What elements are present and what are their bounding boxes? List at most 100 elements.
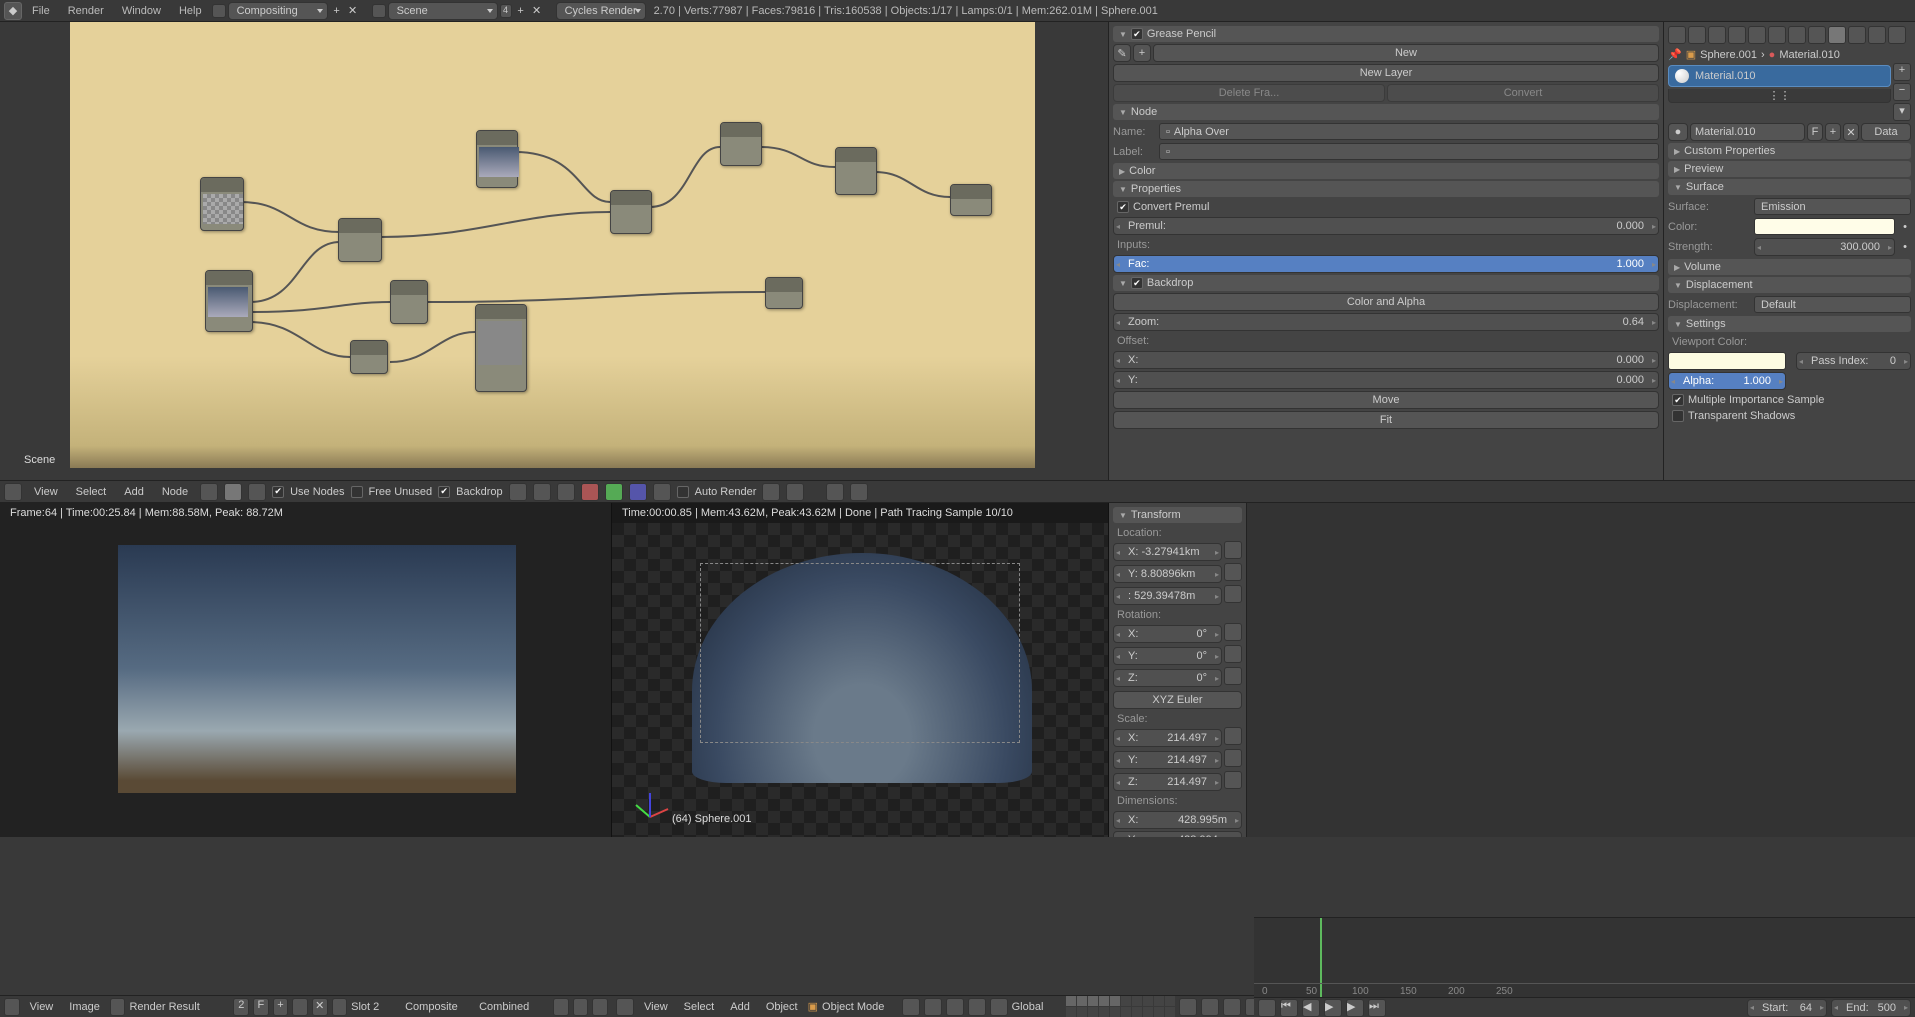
context-texture-icon[interactable] bbox=[1848, 26, 1866, 44]
lock-icon[interactable] bbox=[1224, 623, 1242, 641]
compositor-node[interactable] bbox=[205, 270, 253, 332]
scene-delete-button[interactable]: ✕ bbox=[530, 4, 544, 18]
material-name-field[interactable]: Material.010 bbox=[1690, 123, 1805, 141]
vp-menu-view[interactable]: View bbox=[638, 1001, 674, 1013]
compositor-node[interactable] bbox=[475, 304, 527, 392]
channel-icon[interactable] bbox=[557, 483, 575, 501]
loc-z-field[interactable]: : 529.39478m bbox=[1113, 587, 1222, 605]
context-modifiers-icon[interactable] bbox=[1788, 26, 1806, 44]
viewport-color-field[interactable] bbox=[1668, 352, 1786, 370]
screen-layout-dropdown[interactable]: Compositing bbox=[228, 2, 328, 20]
menu-window[interactable]: Window bbox=[114, 5, 169, 17]
lock-icon[interactable] bbox=[1224, 749, 1242, 767]
vp-menu-select[interactable]: Select bbox=[678, 1001, 721, 1013]
material-slot[interactable]: Material.010 bbox=[1668, 65, 1891, 87]
render-slot-dropdown[interactable]: Slot 2 bbox=[351, 1001, 401, 1013]
dim-x-field[interactable]: X:428.995m bbox=[1113, 811, 1242, 829]
channel-r-icon[interactable] bbox=[581, 483, 599, 501]
img-menu-image[interactable]: Image bbox=[63, 1001, 106, 1013]
viewport-alpha-field[interactable]: Alpha:1.000 bbox=[1668, 372, 1786, 390]
panel-color[interactable]: Color bbox=[1113, 163, 1659, 179]
gp-convert-button[interactable]: Convert bbox=[1387, 84, 1659, 102]
tree-type-texture-icon[interactable] bbox=[248, 483, 266, 501]
image-id-dropdown[interactable]: Render Result bbox=[129, 1001, 229, 1013]
image-add-button[interactable]: + bbox=[273, 998, 289, 1016]
manipulator-icon[interactable] bbox=[946, 998, 964, 1016]
emission-color-field[interactable] bbox=[1754, 218, 1895, 235]
render-layer-dropdown[interactable]: Combined bbox=[479, 1001, 549, 1013]
backdrop-mode-dropdown[interactable]: Color and Alpha bbox=[1113, 293, 1659, 311]
scene-add-button[interactable]: + bbox=[514, 4, 528, 18]
lock-icon[interactable] bbox=[1224, 541, 1242, 559]
breadcrumb-object[interactable]: Sphere.001 bbox=[1700, 49, 1757, 61]
menu-render[interactable]: Render bbox=[60, 5, 112, 17]
backdrop-checkbox[interactable]: ✔ bbox=[438, 486, 450, 498]
tree-type-compositor-icon[interactable] bbox=[224, 483, 242, 501]
compositor-node[interactable] bbox=[338, 218, 382, 262]
rot-y-field[interactable]: Y:0° bbox=[1113, 647, 1222, 665]
editor-type-icon[interactable] bbox=[4, 998, 20, 1016]
node-editor[interactable]: Scene bbox=[0, 22, 1108, 480]
snap-icon[interactable] bbox=[762, 483, 780, 501]
panel-transform[interactable]: Transform bbox=[1113, 507, 1242, 523]
rot-x-field[interactable]: X:0° bbox=[1113, 625, 1222, 643]
paste-icon[interactable] bbox=[850, 483, 868, 501]
breadcrumb-material[interactable]: Material.010 bbox=[1779, 49, 1840, 61]
play-end-icon[interactable]: ⏭ bbox=[1368, 999, 1386, 1017]
editor-type-icon[interactable] bbox=[1258, 999, 1276, 1017]
mode-dropdown[interactable]: ▣Object Mode bbox=[808, 1000, 898, 1013]
pivot-icon[interactable] bbox=[924, 998, 942, 1016]
context-layers-icon[interactable] bbox=[1688, 26, 1706, 44]
image-editor[interactable]: Frame:64 | Time:00:25.84 | Mem:88.58M, P… bbox=[0, 503, 612, 837]
node-name-field[interactable]: ▫Alpha Over bbox=[1159, 123, 1659, 140]
material-add-button[interactable]: + bbox=[1825, 123, 1841, 141]
end-frame-field[interactable]: End:500 bbox=[1831, 999, 1911, 1017]
image-fake-user-button[interactable]: F bbox=[253, 998, 269, 1016]
context-render-icon[interactable] bbox=[1668, 26, 1686, 44]
img-menu-view[interactable]: View bbox=[24, 1001, 60, 1013]
compositor-node[interactable] bbox=[350, 340, 388, 374]
lock-icon[interactable] bbox=[1224, 667, 1242, 685]
lock-icon[interactable] bbox=[1179, 998, 1197, 1016]
backdrop-x-field[interactable]: X:0.000 bbox=[1113, 351, 1659, 369]
scale-x-field[interactable]: X:214.497 bbox=[1113, 729, 1222, 747]
rotation-mode-dropdown[interactable]: XYZ Euler bbox=[1113, 691, 1242, 709]
context-particles-icon[interactable] bbox=[1868, 26, 1886, 44]
gp-pencil-icon[interactable]: ✎ bbox=[1113, 44, 1131, 62]
context-constraints-icon[interactable] bbox=[1768, 26, 1786, 44]
panel-displacement[interactable]: Displacement bbox=[1668, 277, 1911, 293]
vp-menu-add[interactable]: Add bbox=[724, 1001, 756, 1013]
node-menu-node[interactable]: Node bbox=[156, 486, 194, 498]
context-scene-icon[interactable] bbox=[1708, 26, 1726, 44]
emission-strength-field[interactable]: 300.000 bbox=[1754, 238, 1895, 256]
lock-icon[interactable] bbox=[1224, 771, 1242, 789]
compositor-node[interactable] bbox=[476, 130, 518, 188]
layers-widget[interactable] bbox=[1066, 996, 1175, 1017]
convert-premul-checkbox[interactable]: ✔ bbox=[1117, 201, 1129, 213]
panel-grease-pencil[interactable]: ✔Grease Pencil bbox=[1113, 26, 1659, 42]
panel-surface[interactable]: Surface bbox=[1668, 179, 1911, 195]
scale-y-field[interactable]: Y:214.497 bbox=[1113, 751, 1222, 769]
gp-new-layer-button[interactable]: New Layer bbox=[1113, 64, 1659, 82]
compositor-node[interactable] bbox=[765, 277, 803, 309]
play-next-icon[interactable]: ▶ bbox=[1346, 999, 1364, 1017]
tree-type-shader-icon[interactable] bbox=[200, 483, 218, 501]
gp-add-button[interactable]: + bbox=[1133, 44, 1151, 62]
material-slot-menu-button[interactable]: ▾ bbox=[1893, 103, 1911, 121]
snap-icon[interactable] bbox=[1201, 998, 1219, 1016]
context-physics-icon[interactable] bbox=[1888, 26, 1906, 44]
layout-browse-icon[interactable] bbox=[212, 4, 226, 18]
layout-add-button[interactable]: + bbox=[330, 4, 344, 18]
pin-icon[interactable] bbox=[332, 998, 348, 1016]
backdrop-move-button[interactable]: Move bbox=[1113, 391, 1659, 409]
lock-icon[interactable] bbox=[1224, 563, 1242, 581]
loc-x-field[interactable]: X: -3.27941km bbox=[1113, 543, 1222, 561]
render-pass-dropdown[interactable]: Composite bbox=[405, 1001, 475, 1013]
material-slot-add-button[interactable]: + bbox=[1893, 63, 1911, 81]
shading-icon[interactable] bbox=[902, 998, 920, 1016]
lock-icon[interactable] bbox=[1224, 727, 1242, 745]
material-slot-remove-button[interactable]: − bbox=[1893, 83, 1911, 101]
mis-checkbox[interactable]: ✔ bbox=[1672, 394, 1684, 406]
pass-index-field[interactable]: Pass Index:0 bbox=[1796, 352, 1911, 370]
material-unlink-button[interactable]: ✕ bbox=[1843, 123, 1859, 141]
